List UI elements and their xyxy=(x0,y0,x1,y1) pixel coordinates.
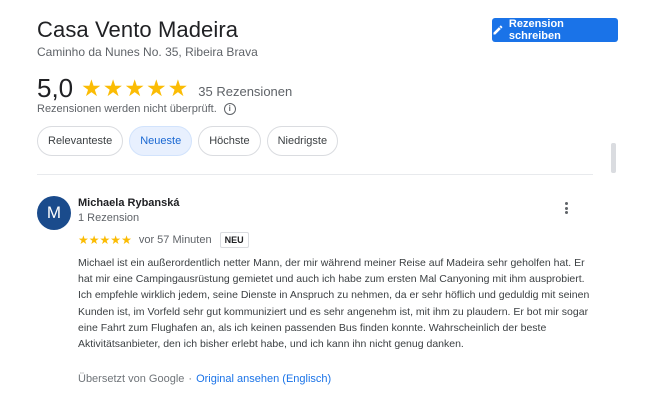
new-badge: NEU xyxy=(219,232,249,248)
rating-summary: 5,0 ★ ★ ★ ★ ★ 35 Rezensionen xyxy=(37,73,292,103)
rating-value: 5,0 xyxy=(37,73,74,103)
rating-stars: ★ ★ ★ ★ ★ xyxy=(81,76,188,100)
view-original-link[interactable]: Original ansehen (Englisch) xyxy=(196,373,331,385)
review-time: vor 57 Minuten xyxy=(138,234,212,246)
sort-chip-lowest[interactable]: Niedrigste xyxy=(266,126,339,156)
pencil-icon xyxy=(493,25,503,35)
reviewer-name[interactable]: Michaela Rybanská xyxy=(78,197,180,209)
star-icon: ★ xyxy=(121,233,132,247)
more-options-icon[interactable] xyxy=(560,200,572,216)
star-icon: ★ xyxy=(167,75,189,101)
translated-by: Übersetzt von Google xyxy=(78,373,185,385)
disclaimer-text: Rezensionen werden nicht überprüft. xyxy=(37,103,217,115)
sort-chip-relevant[interactable]: Relevanteste xyxy=(37,126,124,156)
avatar[interactable]: M xyxy=(37,196,71,230)
info-icon[interactable]: i xyxy=(223,103,236,115)
star-icon: ★ xyxy=(99,233,111,247)
star-icon: ★ xyxy=(81,75,102,101)
place-header: Casa Vento Madeira Caminho da Nunes No. … xyxy=(37,16,258,59)
scrollbar-thumb[interactable] xyxy=(611,143,616,173)
star-icon: ★ xyxy=(146,75,167,101)
review-count[interactable]: 35 Rezensionen xyxy=(198,84,292,99)
reviewer-meta: 1 Rezension xyxy=(78,212,140,224)
review-disclaimer: Rezensionen werden nicht überprüft. i xyxy=(37,103,236,115)
review-rating-row: ★ ★ ★ ★ ★ vor 57 Minuten NEU xyxy=(78,232,249,248)
separator: · xyxy=(188,373,193,385)
sort-chips: Relevanteste Neueste Höchste Niedrigste xyxy=(37,126,339,156)
star-icon: ★ xyxy=(124,75,146,101)
star-icon: ★ xyxy=(102,75,124,101)
write-review-label: Rezension schreiben xyxy=(508,18,564,42)
place-address: Caminho da Nunes No. 35, Ribeira Brava xyxy=(37,45,258,59)
star-icon: ★ xyxy=(88,233,100,247)
translation-row: Übersetzt von Google · Original ansehen … xyxy=(78,373,331,385)
sort-chip-highest[interactable]: Höchste xyxy=(198,126,261,156)
review-text: Michael ist ein außerordentlich netter M… xyxy=(78,257,590,351)
place-title: Casa Vento Madeira xyxy=(37,17,239,42)
star-icon: ★ xyxy=(110,233,122,247)
write-review-button[interactable]: Rezension schreiben xyxy=(492,18,618,42)
review-stars: ★ ★ ★ ★ ★ xyxy=(78,233,132,247)
star-icon: ★ xyxy=(78,233,89,247)
sort-chip-newest[interactable]: Neueste xyxy=(129,126,193,156)
divider xyxy=(37,174,593,175)
